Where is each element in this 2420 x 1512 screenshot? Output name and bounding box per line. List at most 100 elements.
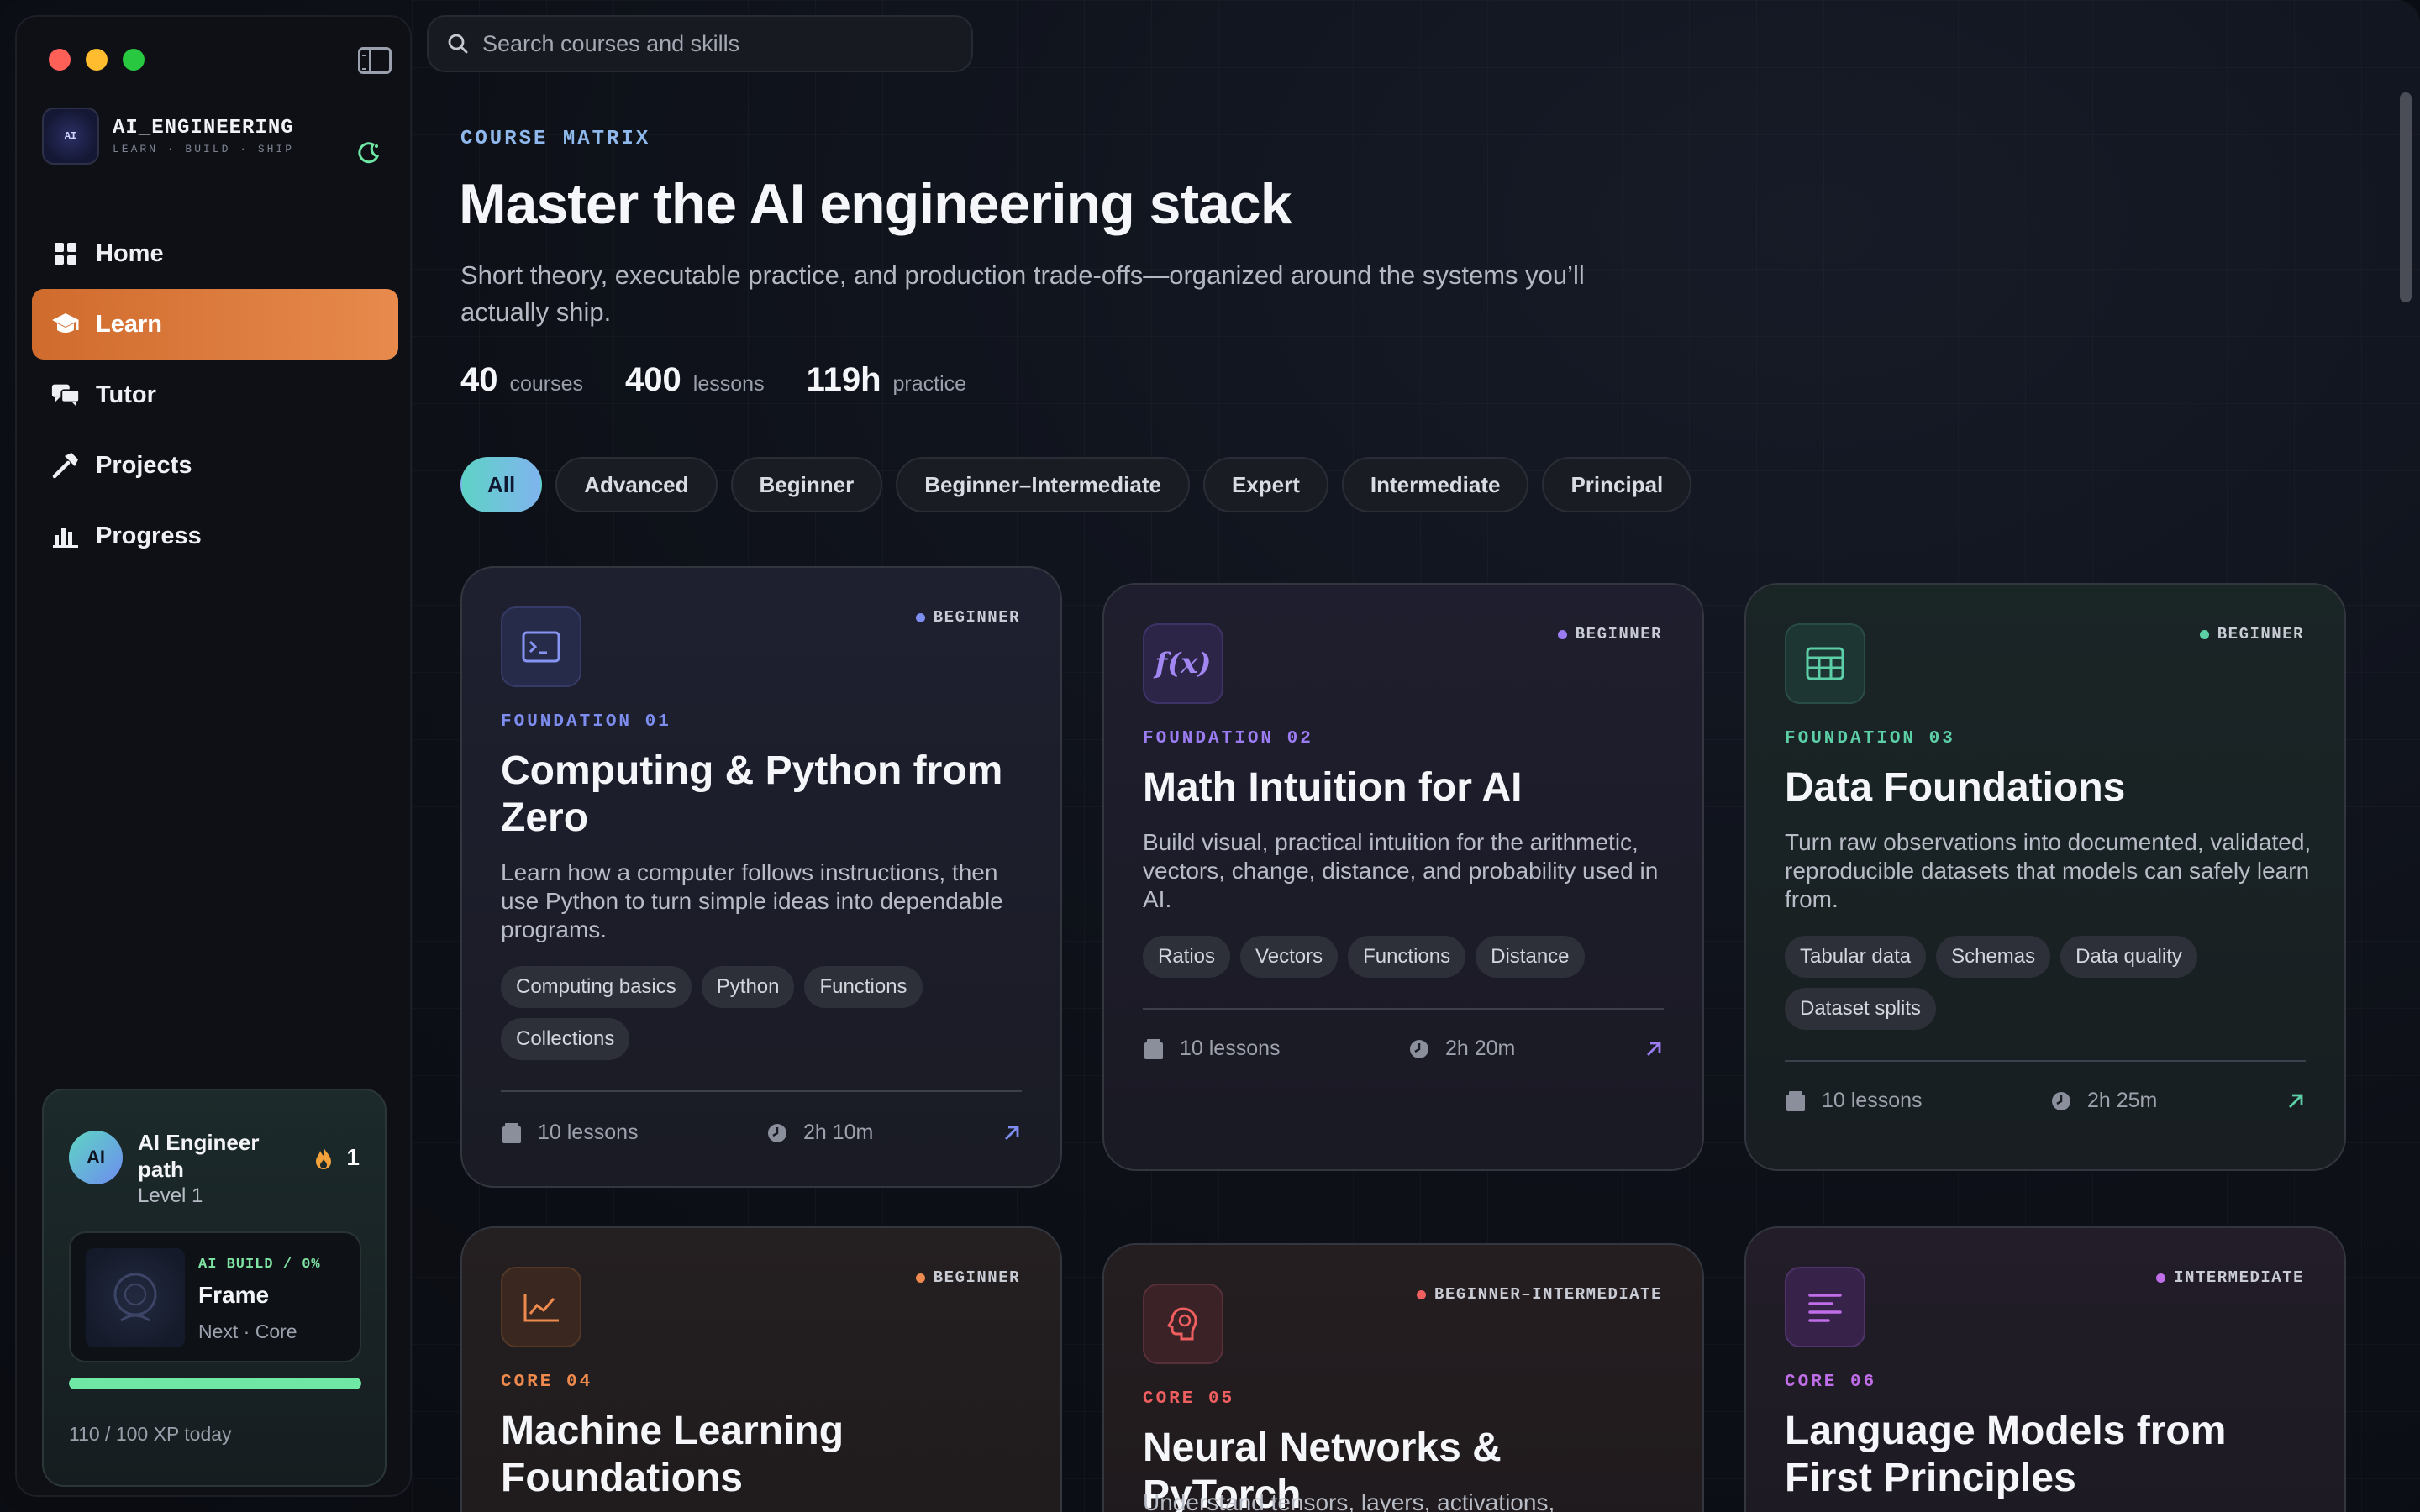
- nav-item-learn[interactable]: Learn: [32, 289, 398, 360]
- filter-expert[interactable]: Expert: [1202, 457, 1328, 512]
- lesson-count: 10 lessons: [1822, 1089, 1923, 1112]
- arrow-up-right-icon[interactable]: [1644, 1039, 1664, 1059]
- course-card[interactable]: f(x) BEGINNER FOUNDATION 02 Math Intuiti…: [1102, 583, 1704, 1171]
- xp-text: 110 / 100 XP today: [69, 1423, 232, 1445]
- streak-count: 1: [346, 1144, 360, 1170]
- skill-tag[interactable]: Ratios: [1143, 936, 1231, 978]
- search-bar[interactable]: [427, 15, 973, 72]
- stat-practice: 119h practice: [807, 361, 967, 399]
- skill-tag[interactable]: Python: [701, 966, 795, 1008]
- filter-beginner-intermediate[interactable]: Beginner–Intermediate: [896, 457, 1190, 512]
- skill-tag[interactable]: Dataset splits: [1785, 988, 1937, 1030]
- stat-number: 119h: [806, 361, 881, 398]
- filter-beginner[interactable]: Beginner: [730, 457, 883, 512]
- level-badge: BEGINNER: [915, 608, 1020, 627]
- course-description: Learn how a computer follows instruction…: [501, 859, 1003, 942]
- grid-icon: [50, 239, 81, 269]
- sidebar: AI AI_ENGINEERING LEARN · BUILD · SHIP H…: [15, 15, 412, 1497]
- filter-advanced[interactable]: Advanced: [555, 457, 718, 512]
- maximize-window-button[interactable]: [123, 49, 145, 71]
- brand-subtitle: LEARN · BUILD · SHIP: [113, 143, 295, 155]
- level-badge: INTERMEDIATE: [2156, 1268, 2304, 1287]
- skill-tag[interactable]: Schemas: [1936, 936, 2051, 978]
- brain-icon: [1143, 1284, 1223, 1364]
- skill-tag[interactable]: Data quality: [2060, 936, 2197, 978]
- course-card[interactable]: BEGINNER FOUNDATION 03 Data Foundations …: [1744, 583, 2346, 1171]
- skill-tag[interactable]: Vectors: [1240, 936, 1339, 978]
- build-tag: AI BUILD / 0%: [198, 1257, 321, 1273]
- stats-row: 40 courses 400 lessons 119h practice: [460, 361, 1008, 399]
- skill-tag[interactable]: Computing basics: [501, 966, 692, 1008]
- brand-logo: AI: [42, 108, 99, 165]
- next-build-card[interactable]: AI BUILD / 0% Frame Next · Core: [69, 1231, 361, 1362]
- filter-all[interactable]: All: [460, 457, 543, 512]
- arrow-up-right-icon[interactable]: [2286, 1091, 2306, 1111]
- level-text: BEGINNER: [1575, 625, 1662, 643]
- course-title: Data Foundations: [1785, 765, 2126, 810]
- sidebar-toggle-icon[interactable]: [358, 47, 392, 74]
- stat-number: 40: [460, 361, 498, 398]
- nav-item-projects[interactable]: Projects: [32, 430, 398, 501]
- window-controls: [49, 49, 145, 71]
- course-description: Understand tensors, layers, activations,: [1143, 1489, 1555, 1512]
- section-eyebrow: COURSE MATRIX: [460, 128, 651, 150]
- nav-item-progress[interactable]: Progress: [32, 501, 398, 571]
- level-text: BEGINNER: [933, 1268, 1020, 1287]
- course-card[interactable]: BEGINNER CORE 04 Machine Learning Founda…: [460, 1226, 1062, 1512]
- streak-badge: 1: [314, 1144, 360, 1171]
- search-input[interactable]: [482, 30, 953, 57]
- lessons-icon: [1786, 1090, 1805, 1111]
- arrow-up-right-icon[interactable]: [1002, 1123, 1022, 1143]
- bar-chart-icon: [50, 521, 81, 551]
- course-card[interactable]: INTERMEDIATE CORE 06 Language Models fro…: [1744, 1226, 2346, 1512]
- clock-icon: [1410, 1039, 1428, 1058]
- course-card[interactable]: BEGINNER FOUNDATION 01 Computing & Pytho…: [460, 566, 1062, 1188]
- level-text: BEGINNER: [2217, 625, 2304, 643]
- flame-icon: [316, 1147, 332, 1169]
- text-lines-icon: [1785, 1267, 1865, 1347]
- theme-toggle-icon[interactable]: [356, 139, 381, 165]
- skill-tag[interactable]: Tabular data: [1785, 936, 1927, 978]
- nav-label: Learn: [96, 310, 162, 338]
- terminal-icon: [501, 606, 581, 687]
- chat-bubbles-icon: [50, 380, 81, 410]
- skill-tag[interactable]: Functions: [1348, 936, 1466, 978]
- skill-tag[interactable]: Functions: [804, 966, 923, 1008]
- build-subtitle: Next · Core: [198, 1320, 297, 1342]
- xp-progress-bar: [69, 1378, 361, 1389]
- skill-tag[interactable]: Distance: [1476, 936, 1585, 978]
- close-window-button[interactable]: [49, 49, 71, 71]
- clock-icon: [768, 1123, 786, 1142]
- filter-intermediate[interactable]: Intermediate: [1341, 457, 1529, 512]
- graduation-cap-icon: [50, 309, 81, 339]
- profile-card[interactable]: AI AI Engineer path Level 1 1 AI BUILD /…: [42, 1089, 387, 1487]
- level-badge: BEGINNER: [915, 1268, 1020, 1287]
- filter-principal[interactable]: Principal: [1542, 457, 1692, 512]
- brand[interactable]: AI AI_ENGINEERING LEARN · BUILD · SHIP: [42, 108, 294, 165]
- course-description: Turn raw observations into documented, v…: [1785, 829, 2312, 912]
- level-filters: All Advanced Beginner Beginner–Intermedi…: [460, 457, 1705, 512]
- nav-item-home[interactable]: Home: [32, 218, 398, 289]
- function-icon: f(x): [1143, 623, 1223, 704]
- scrollbar[interactable]: [2400, 92, 2412, 302]
- divider: [1143, 1008, 1664, 1010]
- course-code: FOUNDATION 02: [1143, 729, 1313, 748]
- course-title: Machine Learning Foundations: [501, 1409, 844, 1500]
- page-title: Master the AI engineering stack: [459, 172, 1292, 236]
- nav-item-tutor[interactable]: Tutor: [32, 360, 398, 430]
- course-code: CORE 06: [1785, 1373, 1877, 1392]
- nav-label: Home: [96, 239, 164, 267]
- build-title: Frame: [198, 1282, 270, 1308]
- app-window: AI AI_ENGINEERING LEARN · BUILD · SHIP H…: [0, 0, 2420, 1512]
- stat-label: courses: [509, 372, 584, 396]
- skill-tag[interactable]: Collections: [501, 1018, 630, 1060]
- minimize-window-button[interactable]: [86, 49, 108, 71]
- duration: 2h 10m: [803, 1121, 874, 1144]
- level-text: INTERMEDIATE: [2174, 1268, 2304, 1287]
- course-card[interactable]: BEGINNER–INTERMEDIATE CORE 05 Neural Net…: [1102, 1243, 1704, 1512]
- level-text: BEGINNER–INTERMEDIATE: [1434, 1285, 1662, 1304]
- nav-label: Tutor: [96, 381, 156, 408]
- course-title: Language Models from First Principles: [1785, 1409, 2227, 1500]
- course-code: FOUNDATION 01: [501, 712, 671, 732]
- hammer-icon: [50, 450, 81, 480]
